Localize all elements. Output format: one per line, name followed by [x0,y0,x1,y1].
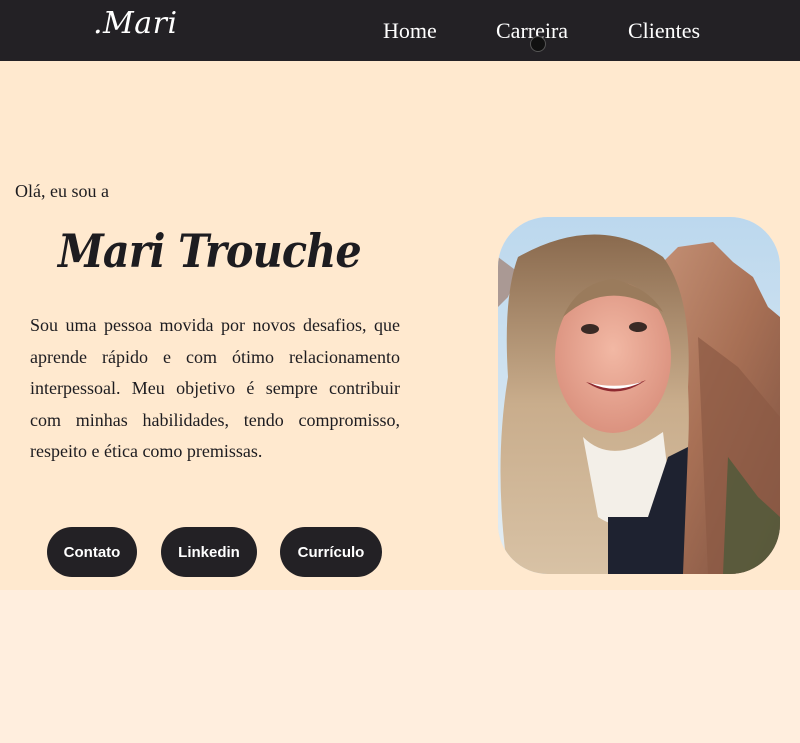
mouse-cursor-icon [530,36,546,52]
page-background [0,590,800,743]
linkedin-button[interactable]: Linkedin [161,527,257,577]
contato-button[interactable]: Contato [47,527,137,577]
top-navbar: .Mari Home Carreira Clientes [0,0,800,61]
profile-photo [498,217,780,574]
nav-link-home[interactable]: Home [383,18,437,44]
curriculo-button[interactable]: Currículo [280,527,382,577]
hero-greeting: Olá, eu sou a [15,181,109,201]
hero-bio: Sou uma pessoa movida por novos desafios… [30,315,400,461]
site-logo[interactable]: .Mari [93,6,178,41]
hero-name: Mari Trouche [58,224,362,278]
nav-link-clientes[interactable]: Clientes [628,18,700,44]
